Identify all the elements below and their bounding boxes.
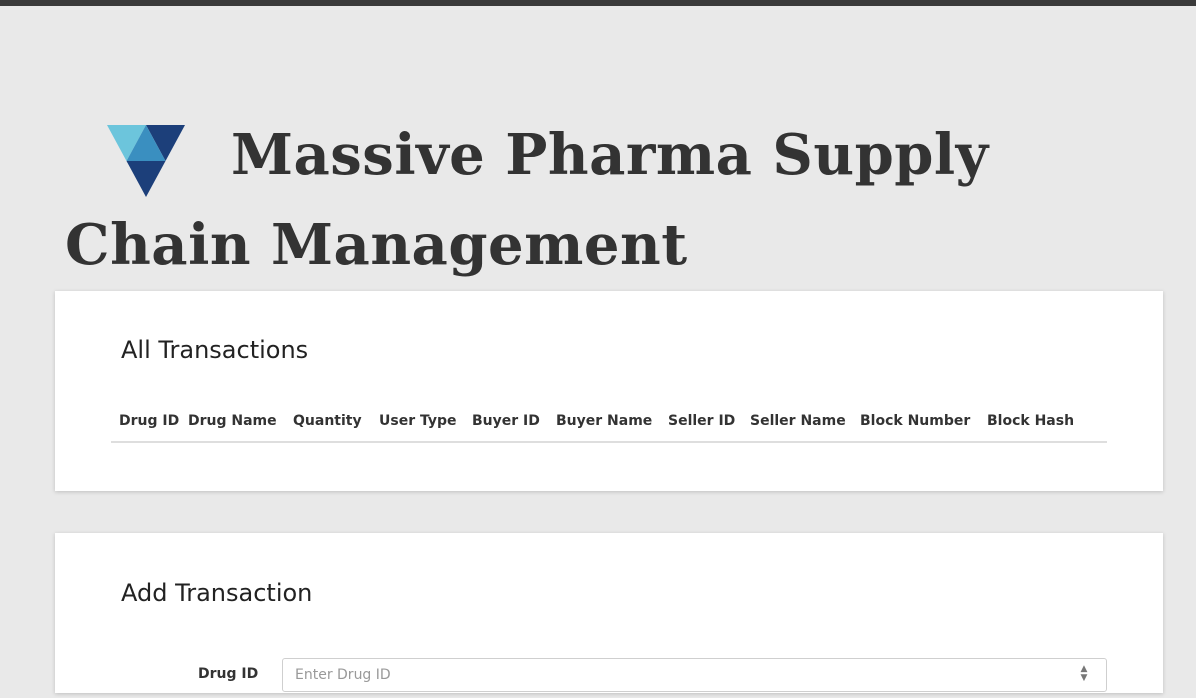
column-header-seller-name: Seller Name — [750, 413, 846, 429]
column-header-block-hash: Block Hash — [987, 413, 1075, 429]
page-header: Massive Pharma Supply Chain Management — [65, 110, 1155, 290]
column-header-quantity: Quantity — [293, 413, 362, 429]
column-header-user-type: User Type — [379, 413, 457, 429]
top-bar — [0, 0, 1196, 6]
triangle-logo-icon — [107, 125, 185, 197]
number-spinner-icon[interactable]: ▲ ▼ — [1075, 665, 1093, 685]
column-header-seller-id: Seller ID — [668, 413, 736, 429]
column-header-block-number: Block Number — [860, 413, 971, 429]
column-header-drug-id: Drug ID — [119, 413, 180, 429]
add-transaction-card: Add Transaction Drug ID ▲▼ — [55, 533, 1163, 693]
drug-id-input[interactable] — [282, 658, 1107, 692]
all-transactions-heading: All Transactions — [121, 336, 309, 364]
column-header-buyer-id: Buyer ID — [472, 413, 540, 429]
transactions-table-header: Drug ID Drug Name Quantity User Type Buy… — [111, 403, 1107, 443]
column-header-buyer-name: Buyer Name — [556, 413, 653, 429]
column-header-drug-name: Drug Name — [188, 413, 277, 429]
drug-id-label: Drug ID — [198, 666, 259, 682]
page-title: Massive Pharma Supply Chain Management — [65, 122, 989, 278]
all-transactions-card: All Transactions Drug ID Drug Name Quant… — [55, 291, 1163, 491]
drug-id-form-row: Drug ID ▲▼ — [55, 658, 1163, 698]
add-transaction-heading: Add Transaction — [121, 579, 313, 607]
